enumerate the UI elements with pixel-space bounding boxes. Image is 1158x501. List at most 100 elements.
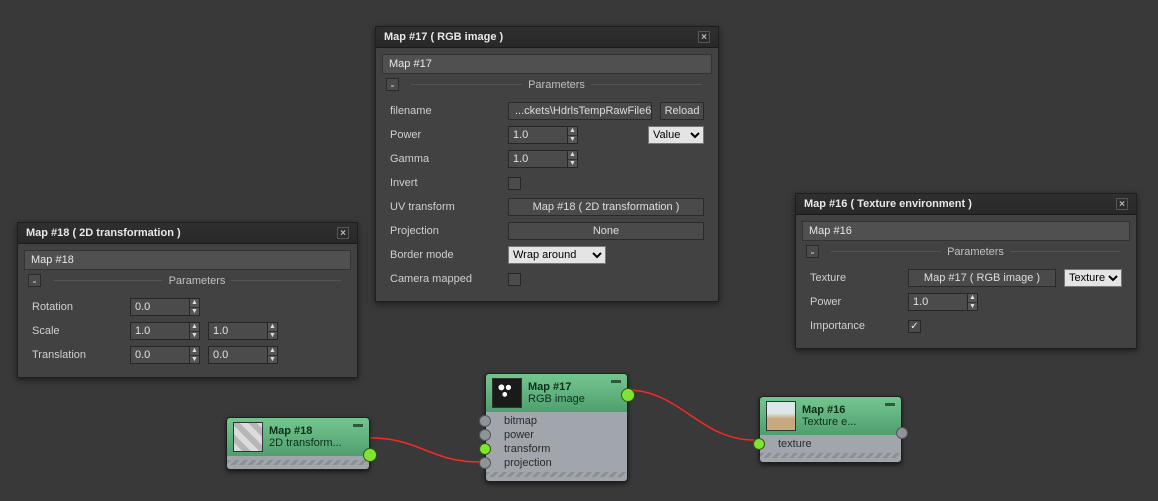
close-icon[interactable]: × — [337, 227, 349, 239]
translation-y-spinner[interactable]: ▲▼ — [208, 346, 278, 364]
close-icon[interactable]: × — [698, 31, 710, 43]
params-header[interactable]: - Parameters — [806, 245, 1126, 258]
gamma-input[interactable] — [509, 151, 567, 167]
spinner-up-icon[interactable]: ▲ — [568, 151, 577, 160]
node-type: 2D transform... — [269, 437, 342, 449]
spinner-up-icon[interactable]: ▲ — [190, 347, 199, 356]
minimize-icon[interactable] — [885, 403, 895, 406]
rotation-input[interactable] — [131, 299, 189, 315]
output-port[interactable] — [363, 448, 377, 462]
texture-button[interactable]: Map #17 ( RGB image ) — [908, 269, 1056, 287]
gamma-label: Gamma — [390, 153, 500, 165]
spinner-up-icon[interactable]: ▲ — [268, 323, 277, 332]
node-map18[interactable]: Map #18 2D transform... — [226, 417, 370, 470]
texture-mode-select[interactable]: Texture — [1064, 269, 1122, 287]
divider — [1010, 251, 1120, 252]
camera-mapped-checkbox[interactable] — [508, 273, 521, 286]
name-field[interactable]: Map #16 — [802, 221, 1130, 241]
border-mode-select[interactable]: Wrap around — [508, 246, 606, 264]
params-label: Parameters — [528, 79, 585, 91]
node-map17[interactable]: Map #17 RGB image bitmap power transform… — [485, 373, 628, 482]
spinner-down-icon[interactable]: ▼ — [268, 356, 277, 364]
invert-checkbox[interactable] — [508, 177, 521, 190]
collapse-toggle[interactable]: - — [28, 274, 41, 287]
panel-map18: Map #18 ( 2D transformation ) × Map #18 … — [17, 222, 358, 378]
minimize-icon[interactable] — [611, 380, 621, 383]
node-name: Map #16 — [802, 404, 856, 416]
scale-x-spinner[interactable]: ▲▼ — [130, 322, 200, 340]
spinner-up-icon[interactable]: ▲ — [968, 294, 977, 303]
minimize-icon[interactable] — [353, 424, 363, 427]
panel-map16-titlebar[interactable]: Map #16 ( Texture environment ) × — [796, 194, 1136, 215]
importance-checkbox[interactable]: ✓ — [908, 320, 921, 333]
grip-icon[interactable] — [760, 453, 901, 458]
translation-x-spinner[interactable]: ▲▼ — [130, 346, 200, 364]
spinner-up-icon[interactable]: ▲ — [190, 323, 199, 332]
divider — [591, 84, 702, 85]
spinner-down-icon[interactable]: ▼ — [190, 356, 199, 364]
spinner-up-icon[interactable]: ▲ — [268, 347, 277, 356]
input-port-power[interactable] — [479, 429, 491, 441]
camera-mapped-label: Camera mapped — [390, 273, 500, 285]
params-header[interactable]: - Parameters — [28, 274, 347, 287]
projection-label: Projection — [390, 225, 500, 237]
filename-label: filename — [390, 105, 500, 117]
translation-x-input[interactable] — [131, 347, 189, 363]
input-port-texture[interactable] — [753, 438, 765, 450]
reload-button[interactable]: Reload — [660, 102, 704, 120]
node-name: Map #17 — [528, 381, 585, 393]
power-input[interactable] — [509, 127, 567, 143]
input-port-transform[interactable] — [479, 443, 491, 455]
spinner-down-icon[interactable]: ▼ — [268, 332, 277, 340]
rotation-label: Rotation — [32, 301, 122, 313]
rotation-spinner[interactable]: ▲▼ — [130, 298, 200, 316]
spinner-down-icon[interactable]: ▼ — [190, 332, 199, 340]
scale-label: Scale — [32, 325, 122, 337]
scale-x-input[interactable] — [131, 323, 189, 339]
divider — [53, 280, 163, 281]
power-label: Power — [390, 129, 500, 141]
output-port[interactable] — [621, 388, 635, 402]
name-field[interactable]: Map #18 — [24, 250, 351, 270]
spinner-down-icon[interactable]: ▼ — [568, 160, 577, 168]
node-thumbnail-icon — [233, 422, 263, 452]
uv-transform-button[interactable]: Map #18 ( 2D transformation ) — [508, 198, 704, 216]
panel-map18-titlebar[interactable]: Map #18 ( 2D transformation ) × — [18, 223, 357, 244]
output-port[interactable] — [896, 427, 908, 439]
close-icon[interactable]: × — [1116, 198, 1128, 210]
spinner-up-icon[interactable]: ▲ — [190, 299, 199, 308]
panel-title: Map #17 ( RGB image ) — [384, 31, 503, 43]
input-port-projection[interactable] — [479, 457, 491, 469]
node-map16[interactable]: Map #16 Texture e... texture — [759, 396, 902, 463]
name-field[interactable]: Map #17 — [382, 54, 712, 74]
power-spinner[interactable]: ▲▼ — [508, 126, 578, 144]
grip-icon[interactable] — [227, 460, 369, 465]
panel-map16: Map #16 ( Texture environment ) × Map #1… — [795, 193, 1137, 349]
panel-title: Map #16 ( Texture environment ) — [804, 198, 972, 210]
node-thumbnail-icon — [492, 378, 522, 408]
translation-label: Translation — [32, 349, 122, 361]
spinner-down-icon[interactable]: ▼ — [190, 308, 199, 316]
spinner-down-icon[interactable]: ▼ — [968, 303, 977, 311]
power-spinner[interactable]: ▲▼ — [908, 293, 978, 311]
divider — [411, 84, 522, 85]
scale-y-input[interactable] — [209, 323, 267, 339]
scale-y-spinner[interactable]: ▲▼ — [208, 322, 278, 340]
params-header[interactable]: - Parameters — [386, 78, 708, 91]
params-label: Parameters — [169, 275, 226, 287]
translation-y-input[interactable] — [209, 347, 267, 363]
grip-icon[interactable] — [486, 472, 627, 477]
filename-button[interactable]: ...ckets\HdrlsTempRawFile6747.hdr — [508, 102, 652, 120]
panel-map17-titlebar[interactable]: Map #17 ( RGB image ) × — [376, 27, 718, 48]
power-input[interactable] — [909, 294, 967, 310]
collapse-toggle[interactable]: - — [386, 78, 399, 91]
gamma-spinner[interactable]: ▲▼ — [508, 150, 578, 168]
port-label: transform — [504, 443, 550, 455]
spinner-up-icon[interactable]: ▲ — [568, 127, 577, 136]
projection-button[interactable]: None — [508, 222, 704, 240]
border-mode-label: Border mode — [390, 249, 500, 261]
collapse-toggle[interactable]: - — [806, 245, 819, 258]
power-mode-select[interactable]: Value — [648, 126, 704, 144]
input-port-bitmap[interactable] — [479, 415, 491, 427]
spinner-down-icon[interactable]: ▼ — [568, 136, 577, 144]
